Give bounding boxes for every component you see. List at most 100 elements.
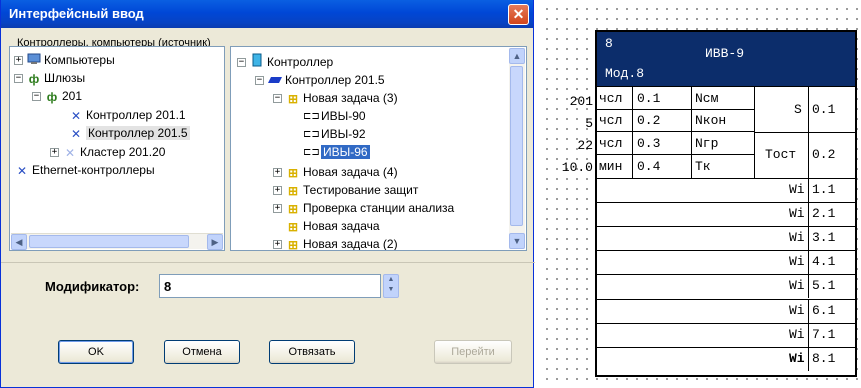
scroll-up-button[interactable]: ▲	[509, 48, 525, 64]
cancel-button[interactable]: Отмена	[164, 340, 240, 364]
wi-row-separator	[808, 202, 809, 227]
tree-item-new-task-2[interactable]: + ⊞ Новая задача (2)	[273, 235, 398, 251]
tree-item-computers[interactable]: + Компьютеры	[14, 51, 115, 69]
spin-down-icon[interactable]: ▼	[388, 286, 395, 293]
wi-label: Wi	[789, 350, 805, 366]
arrow-up-icon: ▲	[512, 51, 522, 61]
wi-row-separator	[808, 322, 809, 347]
scroll-left-button[interactable]: ◀	[11, 234, 27, 250]
input-id-3: 0.3	[637, 136, 661, 151]
task-icon: ⊞	[287, 237, 299, 251]
modifier-label: Модификатор:	[45, 279, 140, 294]
modifier-spinner[interactable]: ▲ ▼	[383, 274, 399, 298]
controller-device-icon	[267, 72, 283, 90]
input-id-4: 0.4	[637, 159, 661, 174]
expand-icon[interactable]: +	[273, 186, 282, 196]
scroll-thumb[interactable]	[29, 235, 189, 248]
collapse-icon[interactable]: −	[32, 92, 41, 102]
scroll-thumb[interactable]	[510, 66, 523, 226]
wi-output-id[interactable]: 8.1	[812, 351, 835, 366]
tree-item-ivy-90[interactable]: ⊏⊐ИВЫ-90	[303, 107, 366, 125]
arrow-left-icon: ◀	[15, 237, 23, 247]
task-icon: ⊞	[287, 183, 299, 198]
input-param-3: Nгр	[695, 136, 719, 151]
gateway-icon: ф	[28, 71, 40, 86]
wi-row-separator	[808, 274, 809, 299]
tree-item-protection-test[interactable]: + ⊞ Тестирование защит	[273, 181, 418, 199]
scroll-down-button[interactable]: ▼	[509, 233, 525, 249]
expand-icon[interactable]: +	[273, 204, 282, 214]
wi-output-id[interactable]: 5.1	[812, 278, 835, 293]
task-icon: ⊞	[287, 219, 299, 234]
input-id-1: 0.1	[637, 91, 661, 106]
input-type-1: чсл	[599, 91, 623, 106]
source-tree[interactable]: + Компьютеры − ф Шлюзы − ф 201 ✕ Контроллер 20…	[9, 46, 225, 251]
tree-item-task-3[interactable]: − ⊞ Новая задача (3)	[273, 89, 398, 107]
expand-icon[interactable]: +	[273, 168, 282, 178]
tree-item-new-task[interactable]: ⊞ Новая задача	[285, 217, 380, 235]
tree-item-analysis-station[interactable]: + ⊞ Проверка станции анализа	[273, 199, 454, 217]
output-id-s: 0.1	[812, 102, 836, 117]
ethernet-icon: ✕	[16, 163, 28, 178]
wi-output-id[interactable]: 1.1	[812, 182, 835, 197]
horizontal-scrollbar[interactable]: ◀ ▶	[11, 233, 223, 250]
wi-output-id[interactable]: 4.1	[812, 254, 835, 269]
tree-item-gateways[interactable]: − ф Шлюзы	[14, 69, 85, 87]
task-icon: ⊞	[287, 165, 299, 180]
spin-up-icon[interactable]: ▲	[388, 276, 395, 283]
tree-item-task-4[interactable]: + ⊞ Новая задача (4)	[273, 163, 398, 181]
expand-icon[interactable]: +	[273, 240, 282, 250]
wi-row-divider	[597, 346, 855, 348]
input-param-2: Nкон	[695, 113, 727, 128]
tree-item-controller-201-5[interactable]: ✕ Контроллер 201.5	[68, 124, 190, 142]
wi-label: Wi	[789, 206, 805, 222]
dialog-title: Интерфейсный ввод	[9, 6, 144, 21]
input-param-1: Nсм	[695, 91, 719, 106]
collapse-icon[interactable]: −	[255, 76, 264, 86]
modifier-input[interactable]: 8	[159, 274, 381, 298]
tree-item-ivy-96[interactable]: ⊏⊐ ИВЫ-96	[303, 143, 370, 161]
cluster-icon: ✕	[64, 145, 76, 160]
wi-output-id[interactable]: 2.1	[812, 206, 835, 221]
input-id-2: 0.2	[637, 113, 661, 128]
tree-item-ivy-92[interactable]: ⊏⊐ИВЫ-92	[303, 125, 366, 143]
wi-output-id[interactable]: 3.1	[812, 230, 835, 245]
expand-icon[interactable]: +	[14, 56, 23, 66]
input-value-4: 10.0	[561, 160, 593, 175]
tree-item-controller-root[interactable]: − Контроллер	[237, 53, 333, 71]
block-icon: ⊏⊐	[303, 110, 320, 122]
wi-label: Wi	[789, 302, 805, 318]
input-value-1: 201	[569, 94, 593, 109]
controller-link-icon: ✕	[70, 126, 82, 141]
output-label-tost: Тост	[765, 147, 797, 162]
collapse-icon[interactable]: −	[14, 74, 23, 84]
task-icon: ⊞	[287, 91, 299, 106]
interface-input-dialog: Интерфейсный ввод ✕ Контроллеры, компьют…	[0, 0, 535, 388]
wi-label: Wi	[789, 278, 805, 294]
input-type-4: мин	[599, 159, 623, 174]
expand-icon[interactable]: +	[50, 148, 59, 158]
ok-button[interactable]: OK	[58, 340, 134, 364]
tree-item-cluster-201-20[interactable]: + ✕ Кластер 201.20	[50, 143, 165, 161]
tree-item-controller-201-1[interactable]: ✕ Контроллер 201.1	[68, 106, 186, 124]
block-name: ИВВ-9	[705, 46, 745, 61]
scroll-right-button[interactable]: ▶	[207, 234, 223, 250]
computers-icon	[26, 52, 42, 70]
wi-output-id[interactable]: 7.1	[812, 327, 835, 342]
vertical-scrollbar[interactable]: ▲ ▼	[509, 48, 525, 249]
wi-row-divider	[597, 298, 855, 300]
collapse-icon[interactable]: −	[273, 94, 282, 104]
unbind-button[interactable]: Отвязать	[269, 340, 355, 364]
input-value-2: 5	[585, 116, 593, 131]
wi-row-divider	[597, 202, 855, 204]
tree-item-ethernet[interactable]: ✕ Ethernet-контроллеры	[14, 161, 155, 179]
target-tree[interactable]: − Контроллер − Контроллер 201.5 − ⊞ Новая за…	[230, 46, 527, 251]
goto-button[interactable]: Перейти	[434, 340, 512, 364]
function-block[interactable]: 8 ИВВ-9 Мод.8 чсл 0.1 Nсм чсл 0.2 Nкон ч…	[595, 30, 857, 377]
tree-item-201[interactable]: − ф 201	[32, 87, 82, 105]
close-button[interactable]: ✕	[508, 4, 529, 25]
tree-item-controller-201-5-right[interactable]: − Контроллер 201.5	[255, 71, 385, 89]
wi-output-id[interactable]: 6.1	[812, 303, 835, 318]
collapse-icon[interactable]: −	[237, 58, 246, 68]
dialog-titlebar[interactable]: Интерфейсный ввод ✕	[1, 0, 533, 28]
